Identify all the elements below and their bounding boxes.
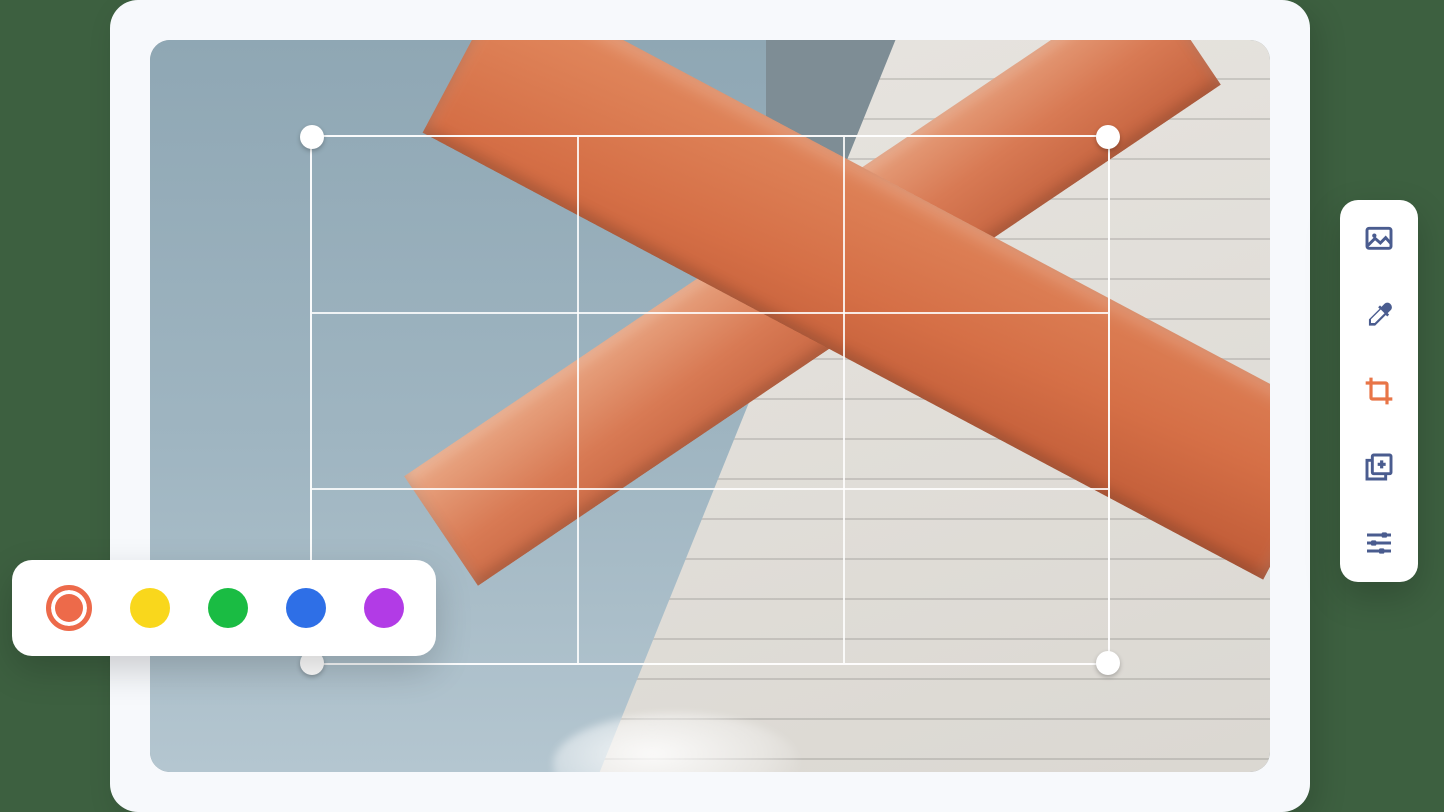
- crop-icon: [1363, 375, 1395, 407]
- color-swatch-yellow[interactable]: [130, 588, 170, 628]
- sliders-icon: [1363, 527, 1395, 559]
- image-tool-button[interactable]: [1360, 220, 1398, 258]
- crop-grid-line: [577, 137, 579, 663]
- editor-window: [110, 0, 1310, 812]
- color-swatch-purple[interactable]: [364, 588, 404, 628]
- layers-tool-button[interactable]: [1360, 448, 1398, 486]
- adjust-tool-button[interactable]: [1360, 524, 1398, 562]
- crop-tool-button[interactable]: [1360, 372, 1398, 410]
- eyedropper-tool-button[interactable]: [1360, 296, 1398, 334]
- eyedropper-icon: [1363, 299, 1395, 331]
- crop-handle-top-left[interactable]: [300, 125, 324, 149]
- crop-grid-line: [312, 312, 1108, 314]
- crop-grid-line: [843, 137, 845, 663]
- canvas-area[interactable]: [150, 40, 1270, 772]
- add-layer-icon: [1363, 451, 1395, 483]
- color-swatch-green[interactable]: [208, 588, 248, 628]
- crop-grid-line: [312, 488, 1108, 490]
- image-icon: [1363, 223, 1395, 255]
- color-swatch-blue[interactable]: [286, 588, 326, 628]
- color-swatch-red-orange[interactable]: [46, 585, 92, 631]
- crop-handle-top-right[interactable]: [1096, 125, 1120, 149]
- side-toolbar: [1340, 200, 1418, 582]
- crop-handle-bottom-right[interactable]: [1096, 651, 1120, 675]
- color-palette: [12, 560, 436, 656]
